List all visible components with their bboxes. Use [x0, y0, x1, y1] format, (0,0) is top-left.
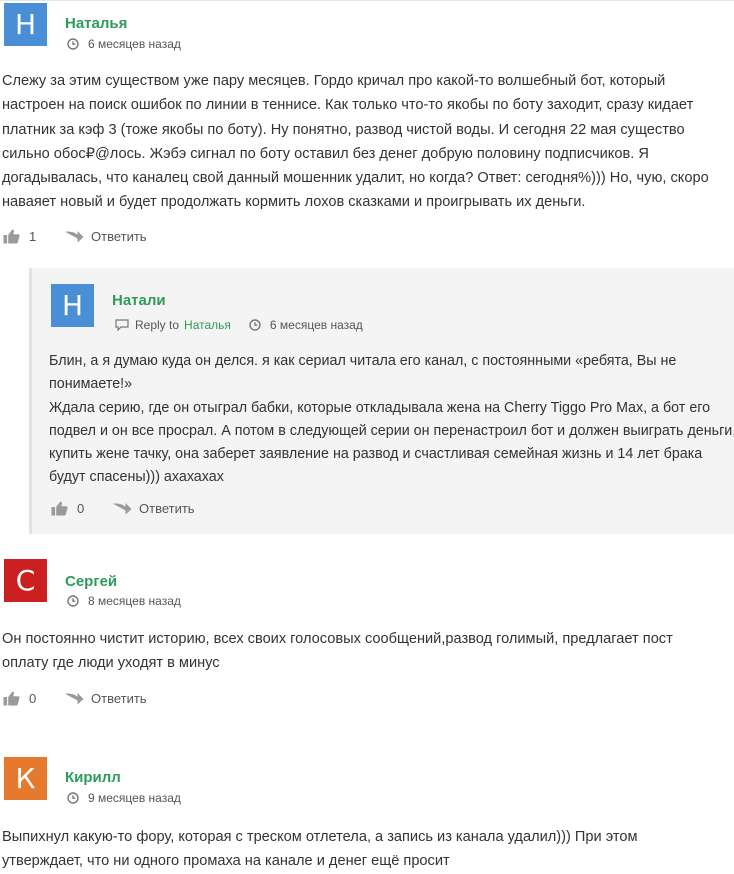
comment-actions: 1 Ответить [3, 229, 147, 244]
comment-time[interactable]: 8 месяцев назад [88, 594, 181, 608]
reply-to: Reply to Наталья [115, 318, 231, 332]
like-count: 0 [29, 691, 37, 706]
comment-actions: 0 Ответить [51, 501, 195, 516]
avatar[interactable]: С [4, 559, 47, 602]
comment-text-line: настроен на поиск ошибок по линии в тенн… [2, 97, 694, 114]
comment-author[interactable]: Кирилл [65, 769, 121, 786]
comment-text-line: наваяет новый и будет продолжать кормить… [2, 194, 586, 211]
comment-text: Выпихнул какую-то фору, которая с треско… [2, 825, 638, 874]
comment-text-line: понимаете!» [49, 376, 133, 393]
reply-to-author-link[interactable]: Наталья [184, 318, 231, 332]
clock-icon [67, 595, 79, 607]
comment-sergey: С Сергей 8 месяцев назад Он постоянно чи… [0, 558, 734, 728]
comment-text-line: утверждает, что ни одного промаха на кан… [2, 853, 450, 870]
comment-text: Блин, а я думаю куда он делся. я как сер… [49, 350, 734, 490]
comment-meta: Reply to Наталья 6 месяцев назад [115, 318, 363, 332]
comment-text-line: Слежу за этим существом уже пару месяцев… [2, 73, 666, 89]
reply-button[interactable]: Ответить [91, 691, 147, 706]
comment-text-line: догадывалась, что каналец свой данный мо… [2, 170, 709, 187]
thumbs-up-icon[interactable] [3, 229, 20, 244]
comment-text: Слежу за этим существом уже пару месяцев… [2, 69, 709, 215]
comment-meta: 6 месяцев назад [67, 37, 181, 51]
comment-time[interactable]: 6 месяцев назад [270, 318, 363, 332]
comment-kirill: К Кирилл 9 месяцев назад Выпихнул какую-… [0, 756, 734, 872]
comment-time[interactable]: 6 месяцев назад [88, 37, 181, 51]
comment-author[interactable]: Натали [112, 292, 166, 309]
reply-to-label: Reply to [135, 318, 180, 332]
thumbs-up-icon[interactable] [51, 501, 68, 516]
avatar[interactable]: К [4, 757, 47, 800]
reply-natali: Н Натали Reply to Наталья 6 месяцев наза… [29, 268, 734, 534]
comment-natalya: Н Наталья 6 месяцев назад Слежу за этим … [0, 0, 734, 260]
comment-text-line: Ждала серию, где он отыграл бабки, котор… [49, 399, 711, 416]
reply-arrow-icon[interactable] [65, 230, 84, 243]
comment-author[interactable]: Наталья [65, 15, 127, 32]
like-count: 0 [77, 501, 85, 516]
comment-text: Он постоянно чистит историю, всех своих … [2, 627, 673, 676]
avatar[interactable]: Н [4, 3, 47, 46]
comment-text-line: будут спасены))) ахахахах [49, 469, 224, 486]
clock-icon [249, 319, 261, 331]
speech-bubble-icon [115, 319, 129, 331]
comment-text-line: Блин, а я думаю куда он делся. я как сер… [49, 353, 677, 369]
comment-text-line: купить жене тачку, она заберет заявление… [49, 446, 703, 463]
comment-meta: 9 месяцев назад [67, 791, 181, 805]
comment-text-line: платник за кэф 3 (тоже якобы по боту). Н… [2, 121, 685, 138]
comment-actions: 0 Ответить [3, 691, 147, 706]
clock-icon [67, 38, 79, 50]
thumbs-up-icon[interactable] [3, 691, 20, 706]
reply-arrow-icon[interactable] [113, 502, 132, 515]
clock-icon [67, 792, 79, 804]
comment-time[interactable]: 9 месяцев назад [88, 791, 181, 805]
comment-text-line: Выпихнул какую-то фору, которая с треско… [2, 829, 638, 845]
comment-text-line: оплату где люди уходят в минус [2, 655, 220, 672]
reply-thread-line [29, 268, 32, 534]
comment-text-line: подвел и он все просрал. А потом в следу… [49, 422, 734, 439]
like-count: 1 [29, 229, 37, 244]
reply-button[interactable]: Ответить [91, 229, 147, 244]
comment-text-line: сильно обос₽@лось. Жэбэ сигнал по боту о… [2, 145, 649, 162]
comment-meta: 8 месяцев назад [67, 594, 181, 608]
reply-arrow-icon[interactable] [65, 692, 84, 705]
avatar[interactable]: Н [51, 284, 94, 327]
reply-button[interactable]: Ответить [139, 501, 195, 516]
comment-author[interactable]: Сергей [65, 573, 117, 590]
comment-text-line: Он постоянно чистит историю, всех своих … [2, 631, 673, 647]
